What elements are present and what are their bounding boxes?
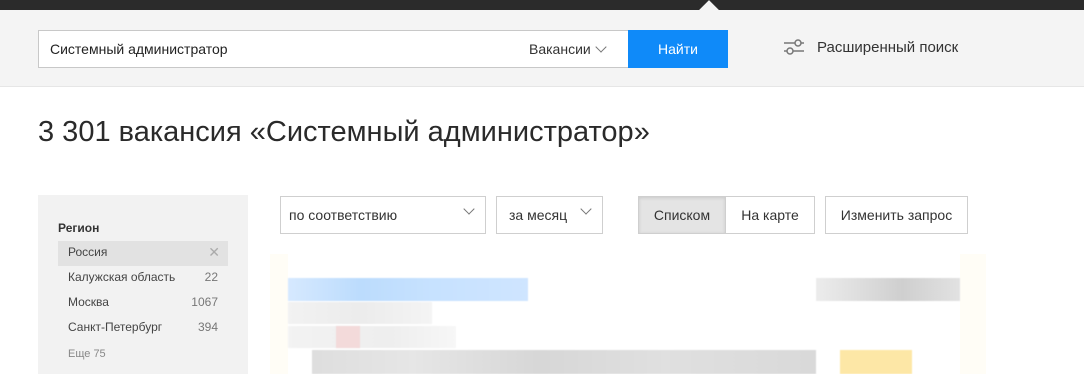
- search-panel: Вакансии Найти Расширенный поиск: [0, 10, 1084, 87]
- view-list-button[interactable]: Списком: [638, 196, 726, 234]
- period-select-value: за месяц: [509, 207, 568, 223]
- advanced-search-label: Расширенный поиск: [817, 38, 959, 56]
- region-item-label: Калужская область: [68, 270, 176, 284]
- region-item-label: Россия: [68, 245, 108, 259]
- view-map-button[interactable]: На карте: [725, 196, 815, 234]
- region-item-label: Москва: [68, 295, 109, 309]
- vacancy-card-highlighted: [270, 254, 986, 374]
- vacancy-location: [288, 326, 456, 348]
- region-item-count: 1067: [191, 295, 218, 309]
- metro-marker: [336, 326, 360, 348]
- top-navigation-bar: [0, 0, 1084, 20]
- region-item-russia[interactable]: Россия ✕: [58, 241, 228, 266]
- advanced-search-link[interactable]: Расширенный поиск: [783, 38, 958, 56]
- chevron-down-icon: [463, 203, 475, 215]
- close-icon[interactable]: ✕: [208, 241, 220, 263]
- region-filter: Регион Россия ✕ Калужская область 22 Мос…: [38, 195, 248, 374]
- period-select[interactable]: за месяц: [496, 196, 603, 234]
- vacancy-snippet: [312, 350, 816, 374]
- search-type-label: Вакансии: [529, 41, 591, 57]
- sliders-icon: [784, 39, 804, 55]
- sort-select[interactable]: по соответствию: [280, 196, 486, 234]
- change-query-button[interactable]: Изменить запрос: [825, 196, 968, 234]
- region-item-spb[interactable]: Санкт-Петербург 394: [58, 316, 228, 341]
- vacancy-salary: [816, 278, 960, 301]
- region-item-label: Санкт-Петербург: [68, 320, 163, 334]
- region-filter-title: Регион: [58, 221, 100, 235]
- chevron-down-icon: [595, 40, 607, 53]
- search-button[interactable]: Найти: [628, 30, 728, 68]
- region-item-count: 394: [197, 320, 218, 334]
- region-item-moscow[interactable]: Москва 1067: [58, 291, 228, 316]
- search-input[interactable]: [39, 31, 519, 67]
- region-item-count: 22: [204, 270, 218, 284]
- vacancy-title-link[interactable]: [288, 278, 528, 301]
- results-heading: 3 301 вакансия «Системный администратор»: [38, 116, 650, 148]
- region-list: Россия ✕ Калужская область 22 Москва 106…: [58, 241, 228, 341]
- region-item-kaluga[interactable]: Калужская область 22: [58, 266, 228, 291]
- search-type-select[interactable]: Вакансии: [529, 31, 611, 67]
- vacancy-logo: [840, 350, 912, 374]
- more-regions-link[interactable]: Еще 75: [68, 348, 106, 360]
- sort-select-value: по соответствию: [289, 207, 398, 223]
- vacancy-company: [288, 302, 432, 324]
- search-box: Вакансии: [38, 30, 628, 68]
- chevron-down-icon: [580, 203, 592, 215]
